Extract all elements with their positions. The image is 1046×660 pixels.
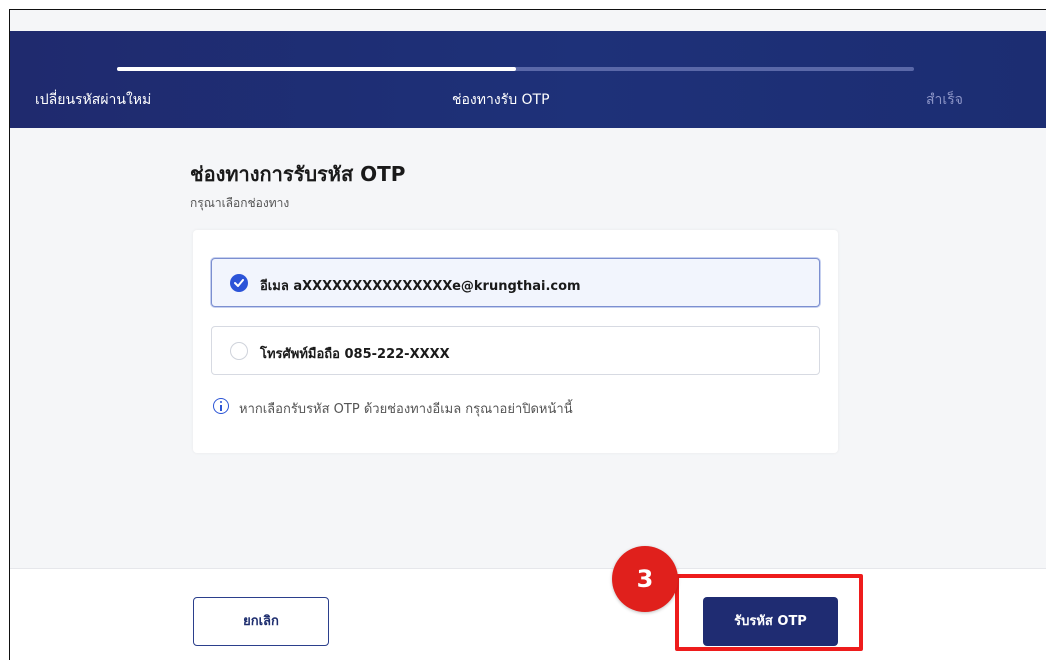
step-success: สำเร็จ <box>926 92 963 108</box>
stepper-progress-fill <box>117 67 516 71</box>
cancel-button[interactable]: ยกเลิก <box>193 597 329 646</box>
main-content: ช่องทางการรับรหัส OTP กรุณาเลือกช่องทาง … <box>10 128 1046 568</box>
annotation-highlight-box <box>675 574 863 651</box>
stepper-header: เปลี่ยนรหัสผ่านใหม่ ช่องทางรับ OTP สำเร็… <box>10 31 1046 128</box>
option-mobile[interactable]: โทรศัพท์มือถือ 085-222-XXXX <box>211 326 820 375</box>
page-title: ช่องทางการรับรหัส OTP <box>190 162 406 186</box>
otp-channel-card: อีเมล aXXXXXXXXXXXXXXXe@krungthai.com โท… <box>193 230 838 453</box>
footer-bar: ยกเลิก รับรหัส OTP <box>10 568 1046 660</box>
step-otp-channel: ช่องทางรับ OTP <box>452 92 550 108</box>
option-email-label: อีเมล aXXXXXXXXXXXXXXXe@krungthai.com <box>260 279 581 294</box>
radio-unchecked-icon[interactable] <box>230 342 248 360</box>
info-text: หากเลือกรับรหัส OTP ด้วยช่องทางอีเมล กรุ… <box>239 402 573 417</box>
radio-checked-icon[interactable] <box>230 274 248 292</box>
page-subtitle: กรุณาเลือกช่องทาง <box>190 196 290 210</box>
option-mobile-label: โทรศัพท์มือถือ 085-222-XXXX <box>260 347 450 362</box>
step-change-password: เปลี่ยนรหัสผ่านใหม่ <box>35 92 152 108</box>
stepper-progress-track <box>117 67 914 71</box>
option-email[interactable]: อีเมล aXXXXXXXXXXXXXXXe@krungthai.com <box>211 258 820 307</box>
info-icon <box>213 398 229 414</box>
app-frame: เปลี่ยนรหัสผ่านใหม่ ช่องทางรับ OTP สำเร็… <box>9 9 1046 660</box>
annotation-step-marker: 3 <box>612 546 678 612</box>
